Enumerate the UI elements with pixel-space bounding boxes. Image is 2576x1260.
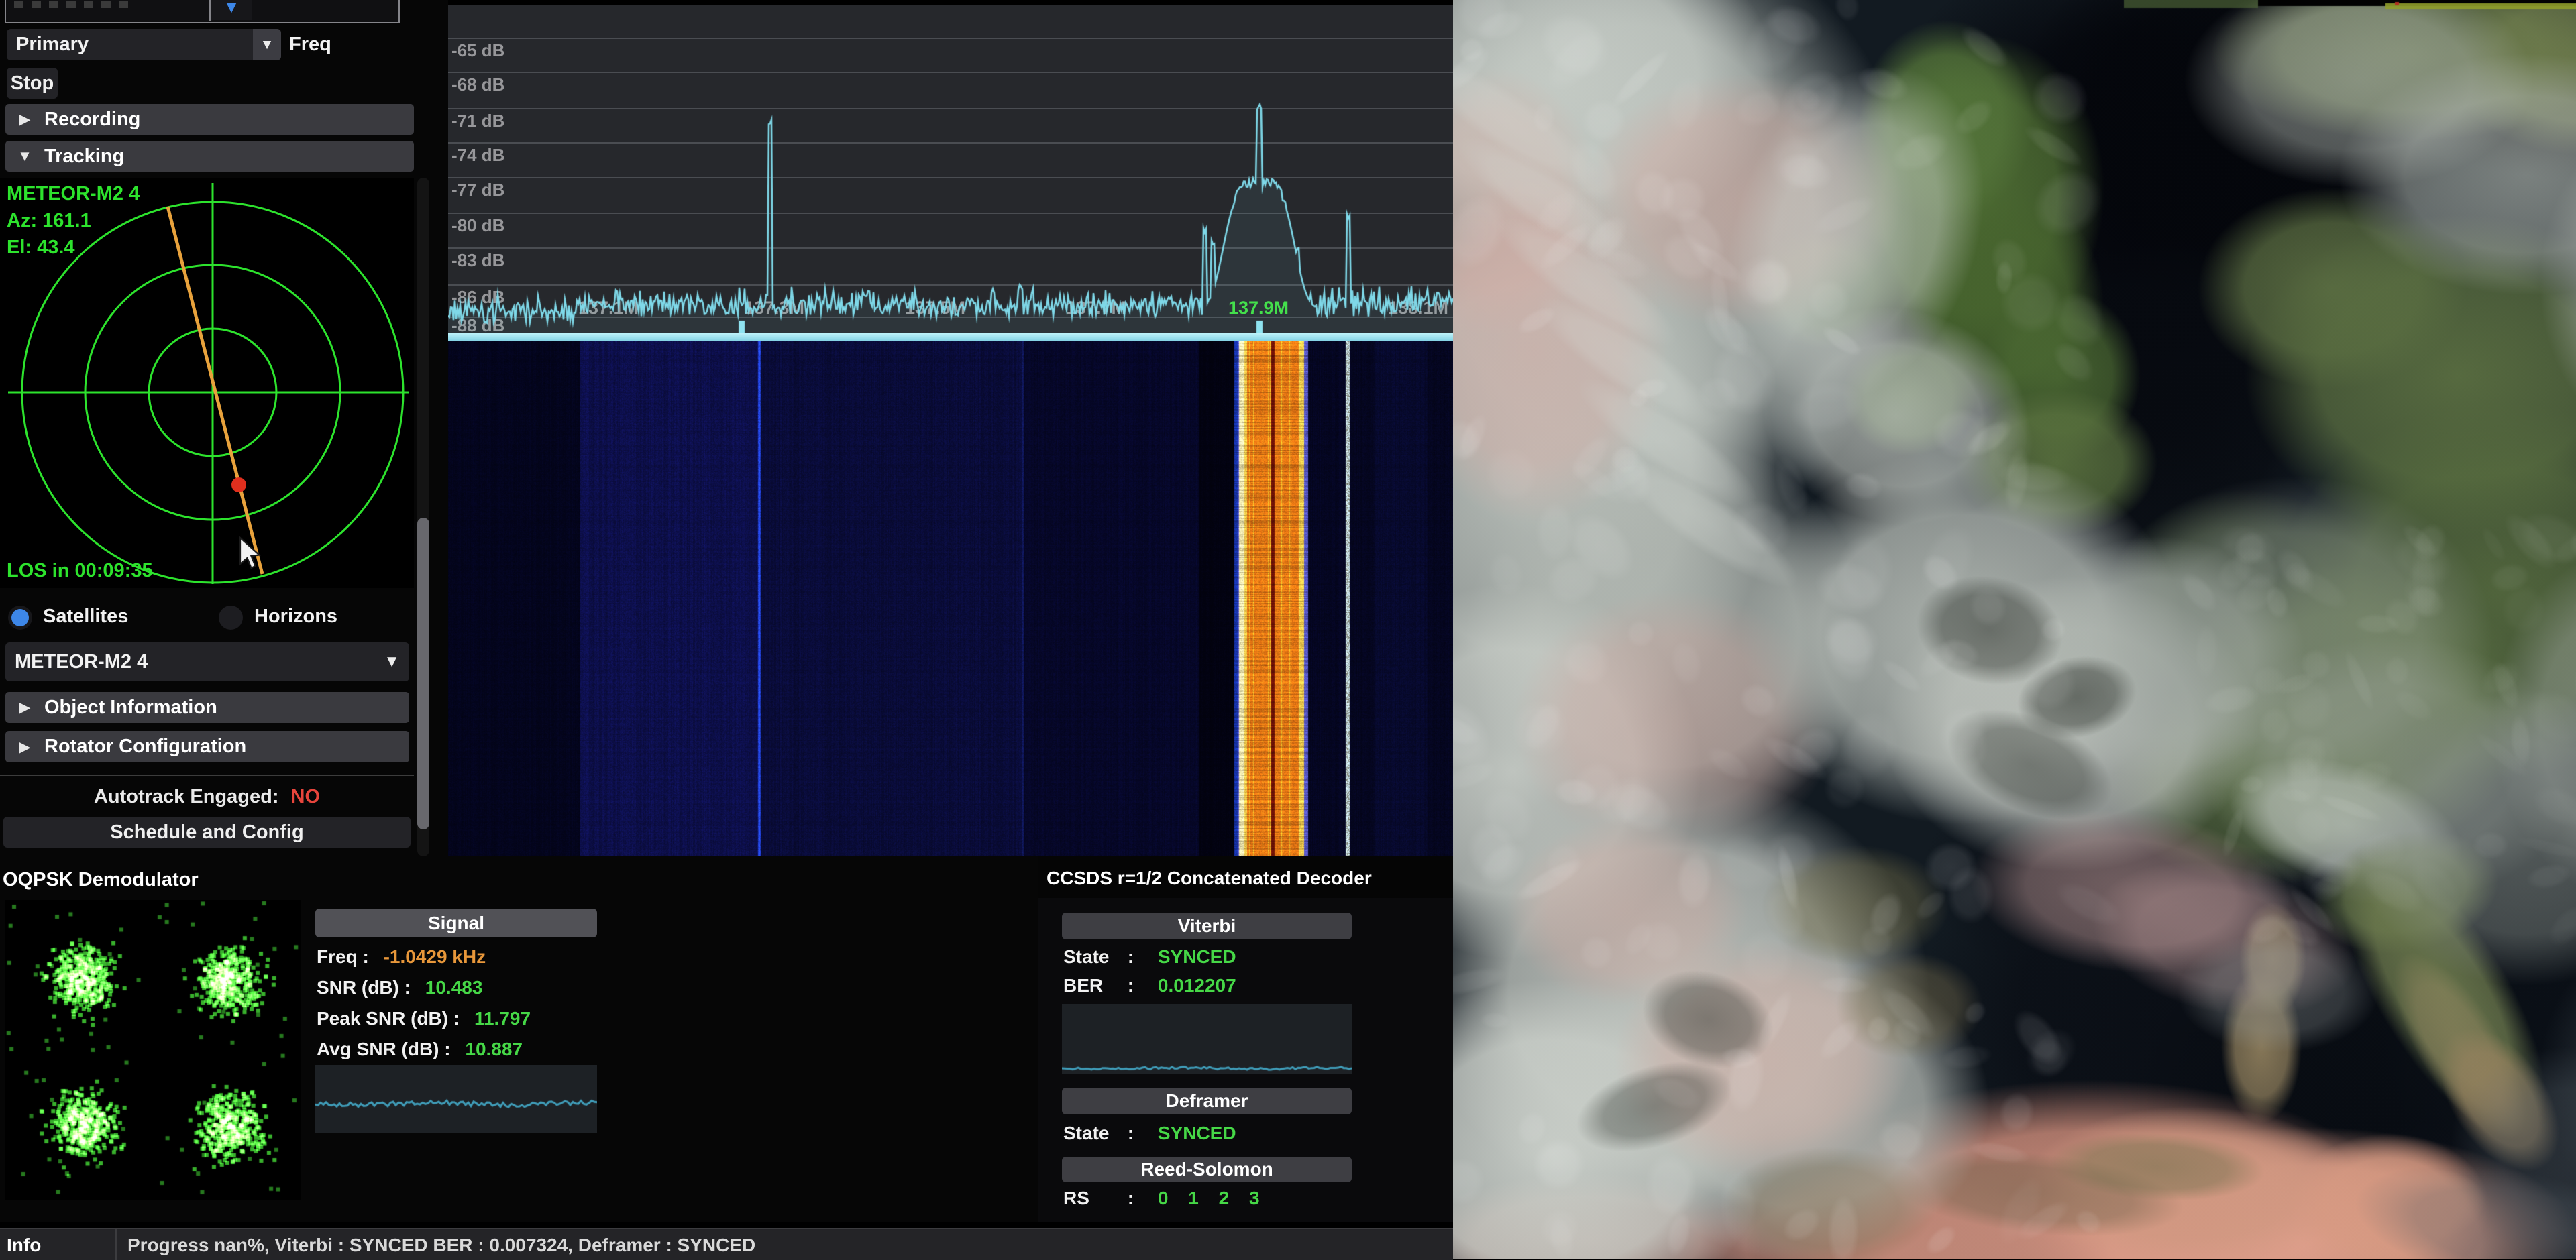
fft-baseline-bar — [448, 333, 1453, 341]
decoder-title: CCSDS r=1/2 Concatenated Decoder — [1046, 868, 1372, 889]
device-combo-arrow-button[interactable]: ▼ — [211, 0, 252, 20]
left-panel: ▼ Primary ▼ Freq Stop ▶ Recording ▼ Trac… — [0, 0, 448, 860]
divider — [0, 775, 414, 776]
horizons-radio[interactable]: Horizons — [219, 604, 407, 631]
signal-snr-row: SNR (dB) : 10.483 — [317, 977, 482, 998]
demodulator-title: OQPSK Demodulator — [3, 869, 199, 891]
deframer-header[interactable]: Deframer — [1062, 1088, 1352, 1114]
scrollbar-thumb[interactable] — [417, 518, 429, 829]
decoder-section: CCSDS r=1/2 Concatenated Decoder Viterbi… — [1038, 856, 1453, 1222]
viterbi-ber-row: BER : 0.012207 — [1063, 975, 1236, 996]
tracking-section-header[interactable]: ▼ Tracking — [5, 141, 414, 172]
signal-peak-snr-row: Peak SNR (dB) : 11.797 — [317, 1008, 531, 1029]
recording-header-label: Recording — [44, 108, 141, 130]
viterbi-ber-value: 0.012207 — [1157, 975, 1236, 996]
satellite-select-value: METEOR-M2 4 — [15, 650, 148, 673]
colon: : — [1127, 1188, 1134, 1208]
waterfall-display[interactable] — [448, 341, 1453, 856]
snr-history-plot — [315, 1065, 597, 1133]
blue-dropdown-arrow-icon: ▼ — [223, 0, 240, 17]
rs-label: RS — [1063, 1188, 1089, 1208]
signal-snr-label: SNR (dB) : — [317, 977, 411, 998]
rs-value-3: 3 — [1248, 1188, 1260, 1208]
rotator-configuration-header[interactable]: ▶ Rotator Configuration — [5, 731, 409, 762]
signal-header[interactable]: Signal — [315, 909, 597, 937]
satellite-image-viewer[interactable] — [1453, 0, 2576, 1259]
status-bar: Info Progress nan%, Viterbi : SYNCED BER… — [0, 1228, 1453, 1260]
left-panel-scrollbar[interactable] — [417, 178, 429, 856]
fft-panel[interactable]: -65 dB -68 dB -71 dB -74 dB -77 dB -80 d… — [448, 5, 1453, 335]
reed-solomon-header[interactable]: Reed-Solomon — [1062, 1157, 1352, 1182]
ber-history-plot — [1062, 1004, 1352, 1074]
pipeline-combo[interactable]: Primary ▼ — [7, 29, 281, 60]
status-section-cell[interactable]: Info — [0, 1229, 117, 1260]
chevron-down-icon: ▼ — [17, 148, 32, 164]
demodulator-section: OQPSK Demodulator Signal Freq : -1.0429 … — [0, 856, 1038, 1222]
signal-freq-label: Freq : — [317, 946, 369, 967]
freq-label: Freq — [289, 34, 331, 55]
deframer-state-row: State : SYNCED — [1063, 1123, 1236, 1144]
viterbi-state-value: SYNCED — [1157, 946, 1236, 967]
colon: : — [1127, 975, 1134, 996]
chevron-right-icon: ▶ — [19, 738, 31, 755]
satellites-radio[interactable]: Satellites — [8, 604, 209, 631]
pipeline-combo-value: Primary — [16, 34, 89, 55]
satdump-app: { "colors": { "accent-blue": "#3d87e8", … — [0, 0, 2576, 1260]
tracking-header-label: Tracking — [44, 145, 125, 167]
signal-avg-snr-row: Avg SNR (dB) : 10.887 — [317, 1039, 523, 1060]
reed-solomon-row: RS : 0 1 2 3 — [1063, 1188, 1260, 1209]
recording-section-header[interactable]: ▶ Recording — [5, 104, 414, 135]
object-information-header[interactable]: ▶ Object Information — [5, 692, 409, 723]
chevron-right-icon: ▶ — [19, 699, 31, 715]
los-countdown: LOS in 00:09:35 — [7, 560, 153, 581]
rotator-configuration-label: Rotator Configuration — [44, 736, 247, 757]
object-information-label: Object Information — [44, 696, 217, 718]
tracked-object-name: METEOR-M2 4 — [7, 183, 140, 205]
autotrack-value: NO — [290, 786, 321, 807]
autotrack-label: Autotrack Engaged: — [93, 786, 279, 807]
signal-peak-snr-value: 11.797 — [474, 1008, 531, 1029]
constellation-diagram — [5, 900, 301, 1200]
stop-button[interactable]: Stop — [7, 68, 58, 99]
elevation-readout: El: 43.4 — [7, 237, 75, 258]
signal-avg-snr-label: Avg SNR (dB) : — [317, 1039, 451, 1059]
device-combo-cutoff[interactable]: ▼ — [5, 0, 400, 23]
device-combo-divider — [209, 0, 211, 21]
rs-value-0: 0 — [1157, 1188, 1169, 1208]
radio-selected-dot — [11, 609, 29, 626]
colon: : — [1127, 946, 1134, 967]
satellites-radio-label: Satellites — [43, 606, 129, 627]
chevron-down-icon: ▼ — [384, 652, 400, 671]
decoder-title-bar: CCSDS r=1/2 Concatenated Decoder — [1038, 856, 1453, 898]
signal-peak-snr-label: Peak SNR (dB) : — [317, 1008, 460, 1029]
mouse-cursor-icon — [239, 536, 262, 569]
signal-freq-value: -1.0429 kHz — [383, 946, 486, 967]
signal-snr-value: 10.483 — [425, 977, 483, 998]
viterbi-state-row: State : SYNCED — [1063, 946, 1236, 968]
viterbi-state-label: State — [1063, 946, 1110, 967]
deframer-state-value: SYNCED — [1157, 1123, 1236, 1143]
tracking-polar-plot: METEOR-M2 4 Az: 161.1 El: 43.4 LOS in 00… — [0, 178, 414, 588]
rs-value-1: 1 — [1188, 1188, 1199, 1208]
colon: : — [1127, 1123, 1134, 1143]
satellite-select-combo[interactable]: METEOR-M2 4 ▼ — [5, 642, 409, 681]
deframer-state-label: State — [1063, 1123, 1110, 1143]
chevron-right-icon: ▶ — [19, 111, 31, 127]
status-message: Progress nan%, Viterbi : SYNCED BER : 0.… — [127, 1235, 756, 1255]
chevron-down-icon: ▼ — [253, 29, 281, 60]
signal-avg-snr-value: 10.887 — [465, 1039, 523, 1059]
signal-freq-row: Freq : -1.0429 kHz — [317, 946, 486, 968]
schedule-config-button[interactable]: Schedule and Config — [3, 817, 411, 848]
status-section-label: Info — [7, 1235, 42, 1255]
horizons-radio-label: Horizons — [254, 606, 338, 627]
fft-spectrum-trace[interactable] — [448, 5, 1453, 333]
satellite-position-dot — [231, 477, 246, 492]
azimuth-readout: Az: 161.1 — [7, 210, 91, 231]
viterbi-header[interactable]: Viterbi — [1062, 913, 1352, 939]
device-combo-dashes — [14, 1, 128, 8]
viterbi-ber-label: BER — [1063, 975, 1104, 996]
autotrack-status: Autotrack Engaged: NO — [0, 786, 414, 810]
rs-value-2: 2 — [1218, 1188, 1230, 1208]
radio-unselected-icon — [219, 606, 243, 630]
